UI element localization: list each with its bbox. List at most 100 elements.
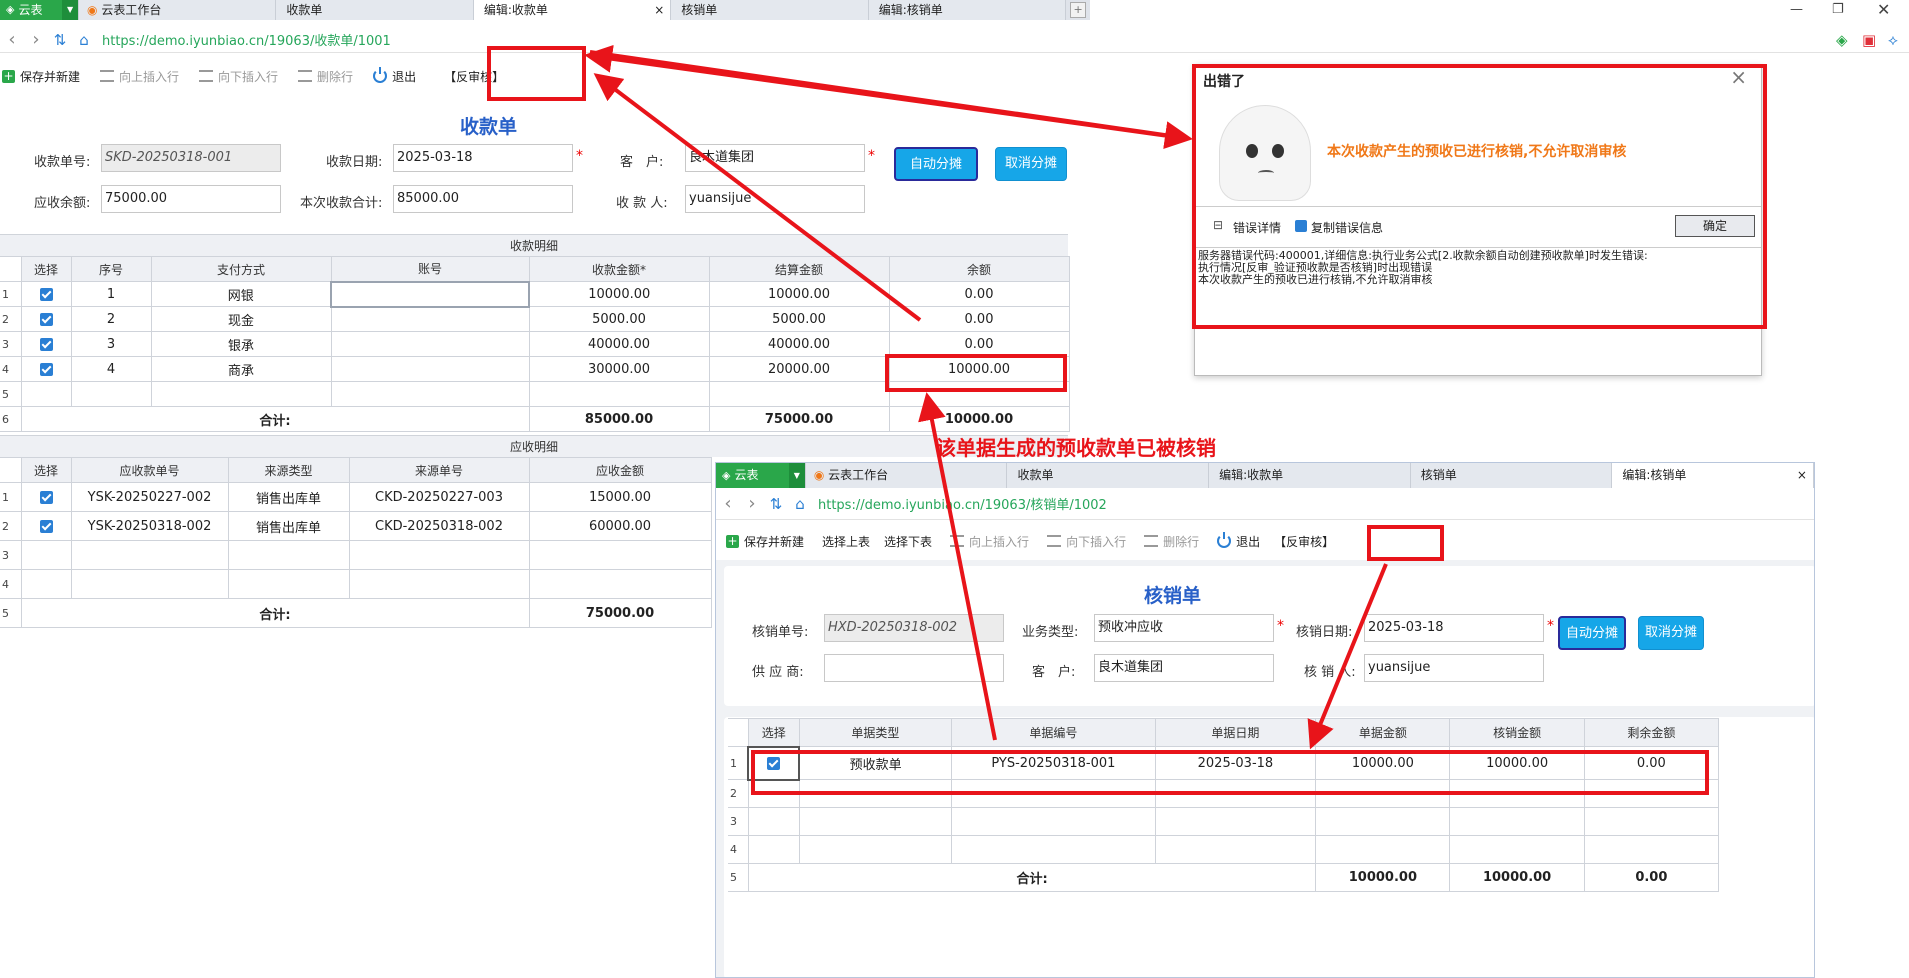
receipt-no-field[interactable]: SKD-20250318-001 — [101, 144, 281, 172]
empty-cell[interactable] — [348, 569, 530, 599]
save-new-button[interactable]: + 保存并新建 — [2, 68, 80, 85]
receipt-date-field[interactable]: 2025-03-18 — [393, 144, 573, 172]
empty-cell[interactable] — [1449, 835, 1585, 864]
empty-cell[interactable] — [150, 381, 332, 407]
select-checkbox[interactable] — [20, 331, 72, 357]
empty-cell[interactable] — [330, 381, 530, 407]
method-cell[interactable]: 现金 — [150, 306, 332, 332]
exit-button[interactable]: 退出 — [373, 67, 416, 85]
receivable-balance-field[interactable]: 75000.00 — [101, 185, 281, 213]
tab-writeoff[interactable]: 核销单 — [671, 0, 869, 20]
select-up-button[interactable]: 选择上表 — [822, 533, 870, 550]
empty-cell[interactable] — [1449, 807, 1585, 836]
table-row[interactable]: 1 1 网银 10000.00 10000.00 0.00 — [0, 280, 1070, 308]
customer-field[interactable]: 良木道集团 — [685, 144, 865, 172]
account-cell[interactable] — [330, 356, 530, 382]
forward-icon[interactable]: › — [740, 493, 764, 514]
tab-writeoff[interactable]: 核销单 — [1410, 463, 1613, 488]
biz-type-field[interactable]: 预收冲应收 — [1094, 614, 1274, 642]
cancel-allocate-button[interactable]: 取消分摊 — [995, 147, 1067, 181]
account-cell[interactable] — [330, 280, 530, 308]
account-cell[interactable] — [330, 306, 530, 332]
table-row[interactable]: 4 — [728, 835, 1720, 864]
auto-allocate-button[interactable]: 自动分摊 — [1558, 616, 1626, 650]
table-row[interactable]: 4 — [0, 569, 712, 599]
chevron-down-icon[interactable]: ▼ — [62, 0, 79, 20]
brand-menu[interactable]: ◈ 云表 ▼ — [716, 463, 806, 488]
home-icon[interactable]: ⌂ — [72, 31, 96, 49]
insert-down-button[interactable]: 向下插入行 — [199, 68, 278, 85]
tab-edit-receipt[interactable]: 编辑:收款单 — [1209, 463, 1411, 488]
close-icon[interactable]: × — [1797, 463, 1807, 488]
video-icon[interactable]: ▣ — [1862, 31, 1876, 49]
payee-field[interactable]: yuansijue — [685, 185, 865, 213]
empty-cell[interactable] — [70, 569, 229, 599]
empty-cell[interactable] — [798, 835, 953, 864]
home-icon[interactable]: ⌂ — [788, 495, 812, 513]
exit-button[interactable]: 退出 — [1217, 532, 1260, 550]
supplier-field[interactable] — [824, 654, 1004, 682]
select-checkbox[interactable] — [20, 511, 72, 541]
writeoff-no-field[interactable]: HXD-20250318-002 — [824, 614, 1004, 642]
empty-cell[interactable] — [708, 381, 890, 407]
empty-cell[interactable] — [528, 381, 710, 407]
empty-cell[interactable] — [747, 835, 800, 864]
save-new-button[interactable]: + 保存并新建 — [726, 533, 804, 550]
table-row[interactable]: 1 YSK-20250227-002 销售出库单 CKD-20250227-00… — [0, 482, 712, 512]
select-checkbox[interactable] — [20, 482, 72, 512]
chevron-down-icon[interactable]: ▼ — [788, 463, 805, 488]
method-cell[interactable]: 网银 — [150, 281, 332, 307]
empty-cell[interactable] — [1583, 835, 1720, 864]
empty-cell[interactable] — [1154, 807, 1317, 836]
empty-cell[interactable] — [1315, 807, 1451, 836]
back-icon[interactable]: ‹ — [716, 493, 740, 514]
empty-cell[interactable] — [747, 807, 800, 836]
pin-icon[interactable]: ⟡ — [1888, 31, 1898, 49]
empty-cell[interactable] — [951, 835, 1156, 864]
empty-cell[interactable] — [1583, 807, 1720, 836]
empty-cell[interactable] — [227, 569, 350, 599]
select-down-button[interactable]: 选择下表 — [884, 533, 932, 550]
empty-cell[interactable] — [70, 540, 229, 570]
table-row[interactable]: 2 2 现金 5000.00 5000.00 0.00 — [0, 306, 1070, 332]
back-icon[interactable]: ‹ — [0, 29, 24, 50]
empty-cell[interactable] — [528, 540, 712, 570]
minimize-icon[interactable]: — — [1790, 0, 1803, 20]
unaudit-button[interactable]: 【反审核】 — [1274, 533, 1334, 550]
table-row[interactable]: 2 YSK-20250318-002 销售出库单 CKD-20250318-00… — [0, 511, 712, 541]
empty-cell[interactable] — [1315, 835, 1451, 864]
table-row[interactable]: 3 3 银承 40000.00 40000.00 0.00 — [0, 331, 1070, 357]
verifier-field[interactable]: yuansijue — [1364, 654, 1544, 682]
tab-edit-writeoff[interactable]: 编辑:核销单 × — [1612, 463, 1814, 488]
insert-up-button[interactable]: 向上插入行 — [100, 68, 179, 85]
writeoff-date-field[interactable]: 2025-03-18 — [1364, 614, 1544, 642]
tab-workbench[interactable]: ◉ 云表工作台 — [805, 463, 1008, 488]
window-close-icon[interactable]: ✕ — [1877, 0, 1890, 20]
forward-icon[interactable]: › — [24, 29, 48, 50]
empty-cell[interactable] — [951, 807, 1156, 836]
empty-cell[interactable] — [798, 807, 953, 836]
auto-allocate-button[interactable]: 自动分摊 — [894, 147, 978, 181]
amount-cell[interactable]: 40000.00 — [528, 331, 710, 357]
method-cell[interactable]: 银承 — [150, 331, 332, 357]
close-icon[interactable]: × — [654, 0, 664, 20]
table-row[interactable]: 3 — [0, 540, 712, 570]
table-row[interactable]: 3 — [728, 807, 1720, 836]
new-tab-icon[interactable]: + — [1070, 2, 1086, 18]
insert-up-button[interactable]: 向上插入行 — [950, 533, 1029, 550]
amount-cell[interactable]: 10000.00 — [528, 281, 710, 307]
account-cell[interactable] — [330, 331, 530, 357]
empty-cell[interactable] — [20, 381, 72, 407]
select-checkbox[interactable] — [20, 281, 72, 307]
empty-cell[interactable] — [20, 540, 72, 570]
tab-receipt[interactable]: 收款单 — [1007, 463, 1210, 488]
receipt-total-field[interactable]: 85000.00 — [393, 185, 573, 213]
select-checkbox[interactable] — [20, 306, 72, 332]
restore-icon[interactable]: ❐ — [1832, 0, 1844, 20]
refresh-icon[interactable]: ⇅ — [764, 495, 788, 513]
tab-workbench[interactable]: ◉ 云表工作台 — [79, 0, 277, 20]
delete-row-button[interactable]: 删除行 — [298, 68, 353, 85]
tab-edit-receipt[interactable]: 编辑:收款单 × — [473, 0, 672, 20]
customer-field[interactable]: 良木道集团 — [1094, 654, 1274, 682]
empty-cell[interactable] — [528, 569, 712, 599]
